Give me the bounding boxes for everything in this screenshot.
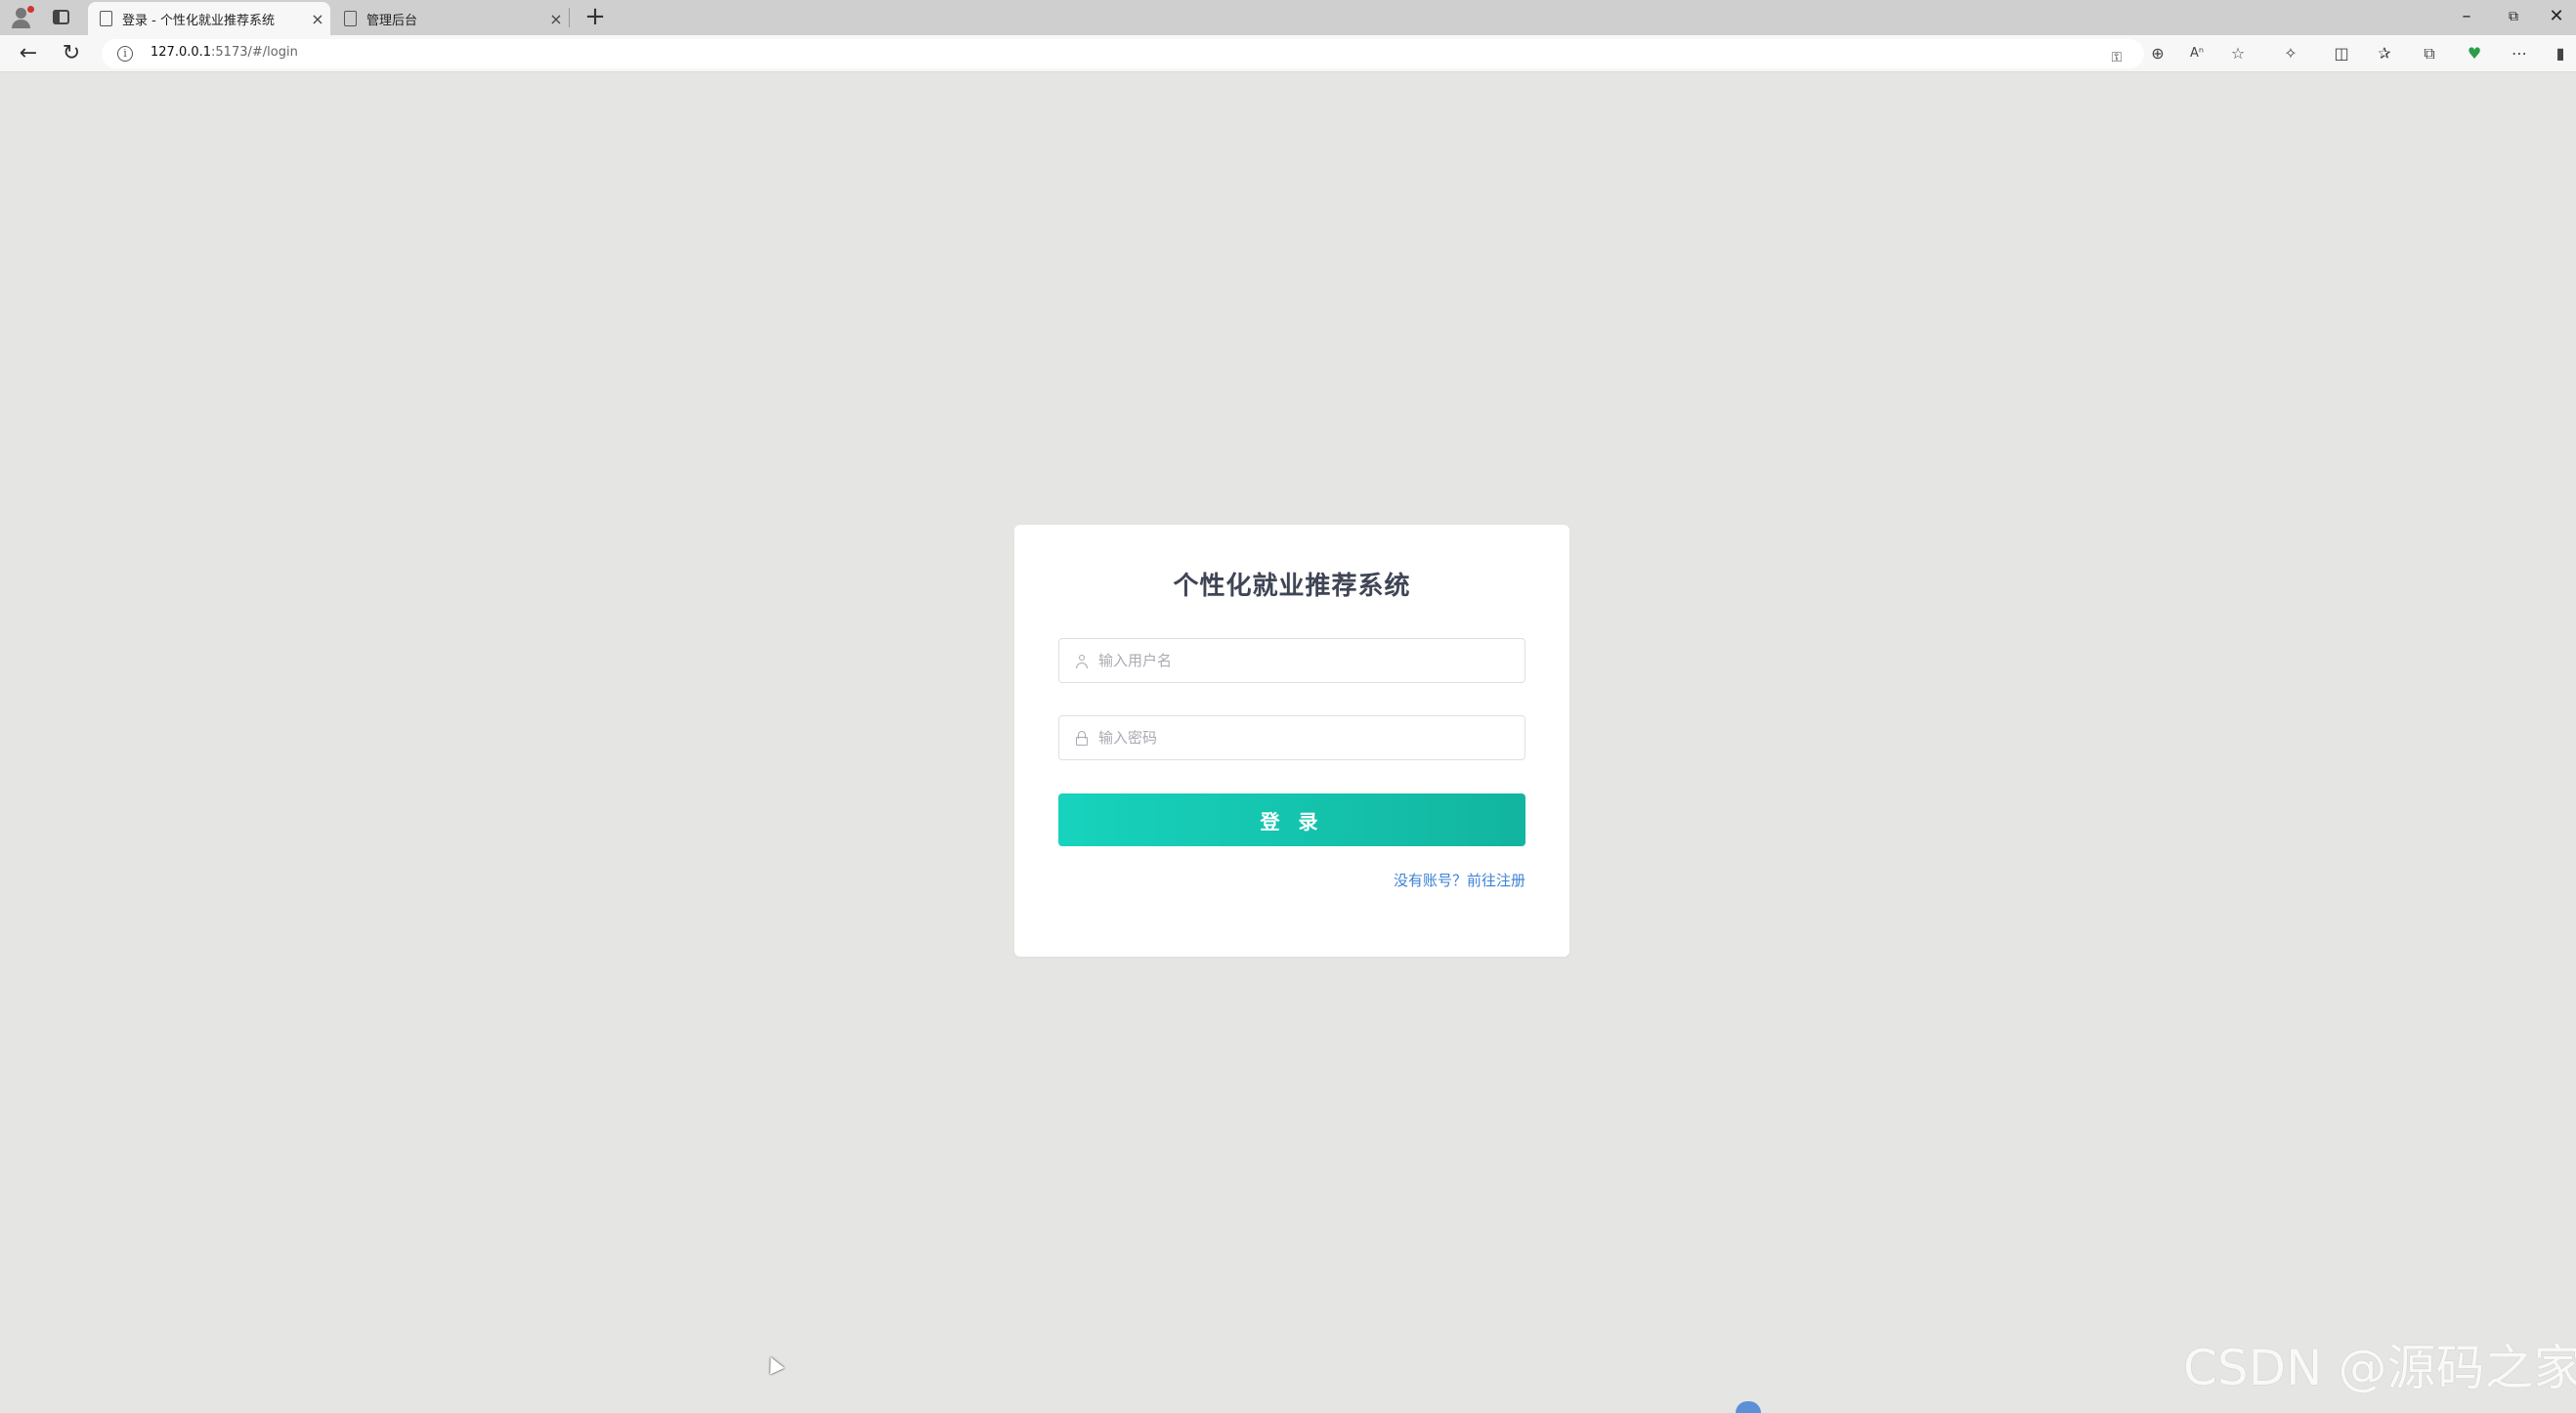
tab-label: 登录 - 个性化就业推荐系统	[122, 13, 275, 28]
browser-toolbar: ← ↻ i 127.0.0.1:5173/#/login ⚿ ⊕ Aⁿ ☆ ✧ …	[0, 35, 2576, 72]
restore-button[interactable]: ⧉	[2492, 0, 2535, 33]
browser-essentials-icon[interactable]: ♥	[2461, 40, 2488, 67]
close-window-button[interactable]: ✕	[2535, 0, 2576, 33]
read-aloud-icon[interactable]: Aⁿ	[2183, 40, 2211, 67]
login-card: 个性化就业推荐系统 登 录 没有账号？前往注册	[1014, 525, 1569, 957]
split-screen-icon[interactable]: ◫	[2328, 40, 2355, 67]
favorites-icon[interactable]: ✰	[2371, 40, 2398, 67]
refresh-icon[interactable]: ↻	[57, 39, 86, 68]
watermark: CSDN @源码之家	[2183, 1340, 2576, 1396]
username-input[interactable]	[1098, 639, 1509, 682]
login-button[interactable]: 登 录	[1058, 793, 1525, 846]
username-field[interactable]	[1058, 638, 1525, 683]
key-icon[interactable]: ⚿	[2103, 44, 2130, 71]
workspaces-icon[interactable]	[49, 5, 76, 30]
more-icon[interactable]: ⋯	[2506, 40, 2533, 67]
page-icon	[100, 11, 112, 26]
tab-login[interactable]: 登录 - 个性化就业推荐系统 ×	[88, 2, 330, 35]
url-path: :5173/#/login	[211, 45, 298, 60]
url-text[interactable]: 127.0.0.1:5173/#/login	[150, 45, 298, 60]
password-input[interactable]	[1098, 716, 1509, 759]
tab-label: 管理后台	[366, 13, 418, 28]
minimize-button[interactable]: –	[2445, 0, 2488, 33]
sidebar-icon[interactable]: ▮	[2547, 40, 2574, 67]
collections-icon[interactable]: ⧉	[2416, 40, 2443, 67]
site-info-icon[interactable]: i	[117, 46, 133, 62]
profile-icon[interactable]	[8, 5, 35, 30]
register-link[interactable]: 没有账号？前往注册	[1394, 870, 1525, 890]
page-title: 个性化就业推荐系统	[1173, 572, 1411, 601]
tab-admin[interactable]: 管理后台 ×	[332, 2, 569, 35]
new-tab-button[interactable]: +	[580, 3, 610, 32]
page-body: 个性化就业推荐系统 登 录 没有账号？前往注册	[0, 72, 2576, 1407]
password-field[interactable]	[1058, 715, 1525, 760]
close-tab-icon[interactable]: ×	[305, 10, 330, 28]
close-tab-icon[interactable]: ×	[543, 10, 569, 28]
user-icon	[1075, 654, 1089, 669]
page-icon	[344, 11, 357, 26]
favorite-star-icon[interactable]: ☆	[2224, 40, 2252, 67]
lock-icon	[1075, 731, 1089, 747]
zoom-icon[interactable]: ⊕	[2144, 40, 2171, 67]
address-bar[interactable]: i 127.0.0.1:5173/#/login ⚿	[102, 39, 2144, 68]
extensions-icon[interactable]: ✧	[2277, 40, 2304, 67]
url-host: 127.0.0.1	[150, 45, 212, 60]
back-icon[interactable]: ←	[14, 39, 43, 68]
tab-divider	[569, 8, 570, 27]
tab-strip: 登录 - 个性化就业推荐系统 × 管理后台 × + – ⧉ ✕	[0, 0, 2576, 35]
